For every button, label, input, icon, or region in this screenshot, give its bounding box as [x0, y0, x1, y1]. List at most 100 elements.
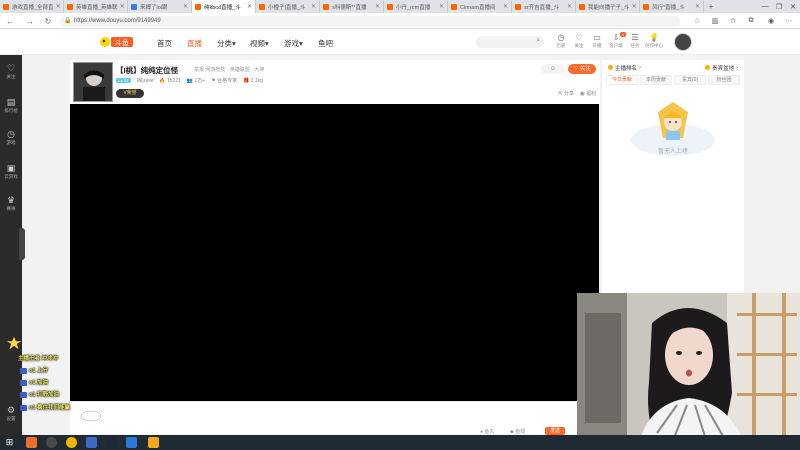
douyu-favicon-icon	[451, 3, 457, 10]
reload-icon[interactable]: ↻	[42, 15, 54, 27]
new-tab-button[interactable]: +	[704, 0, 718, 13]
close-tab-icon[interactable]: ✕	[54, 3, 61, 10]
header-history[interactable]: ◷ 历史	[552, 33, 570, 49]
streamer-avatar[interactable]	[73, 62, 113, 102]
welfare-button[interactable]: ▣ 福利	[580, 90, 596, 97]
vip-dot-icon	[705, 65, 711, 70]
browser-tab[interactable]: Cinnam直播间 ✕	[448, 0, 512, 13]
vip-badge[interactable]: V荣誉	[116, 89, 144, 98]
star-icon[interactable]: ☆	[692, 16, 702, 26]
search-icon[interactable]: ⌕	[536, 37, 540, 45]
close-tab-icon[interactable]: ✕	[245, 3, 252, 10]
forward-icon[interactable]: →	[24, 15, 36, 27]
browser-tab[interactable]: 来搏了lol跟 ✕	[128, 0, 192, 13]
douyu-logo[interactable]: 斗鱼	[100, 35, 134, 49]
send-danmaku-button[interactable]: 发送	[545, 427, 565, 435]
taskbar-search-icon[interactable]	[46, 437, 57, 448]
close-tab-icon[interactable]: ✕	[565, 3, 572, 10]
sidebar-item-events[interactable]: ♛ 赛事	[0, 195, 22, 212]
minimize-button[interactable]: —	[758, 0, 772, 13]
taskbar-app-icon[interactable]	[126, 437, 137, 448]
douyu-favicon-icon	[579, 3, 585, 10]
tab-fans[interactable]: 粉丝团	[708, 75, 740, 85]
room-category[interactable]: 举报 网游竞技 · 英雄联盟 · 大神	[194, 66, 264, 73]
video-player[interactable]	[70, 104, 599, 401]
close-tab-icon[interactable]: ✕	[437, 3, 444, 10]
header-creator-center[interactable]: 💡 创作中心	[645, 33, 663, 49]
close-tab-icon[interactable]: ✕	[118, 3, 125, 10]
fishball-count[interactable]: ● 鱼丸	[480, 428, 494, 435]
nav-video[interactable]: 视频▾	[250, 38, 269, 49]
fan-club-button[interactable]: ☺	[541, 64, 565, 74]
share-button[interactable]: ⇱ 分享	[558, 90, 574, 97]
follow-button[interactable]: ♡ 关注	[568, 64, 596, 74]
nav-fishbar[interactable]: 鱼吧	[318, 38, 333, 49]
tab-today[interactable]: 今日贡献	[606, 75, 638, 85]
douyu-favicon-icon	[515, 3, 521, 10]
header-follow[interactable]: ♡ 关注	[570, 33, 588, 49]
taskbar-douyu-icon[interactable]	[148, 437, 159, 448]
user-avatar[interactable]	[674, 33, 692, 51]
gift-icon: 🎁	[243, 77, 250, 84]
tab-vip[interactable]: 贵宾(0)	[674, 75, 706, 85]
user-level-icon	[20, 379, 27, 386]
windows-taskbar: ⊞	[0, 435, 800, 450]
url-field[interactable]: 🔒 https://www.douyu.com/9149949	[60, 16, 680, 27]
close-tab-icon[interactable]: ✕	[373, 3, 380, 10]
close-tab-icon[interactable]: ✕	[309, 3, 316, 10]
header-tasks[interactable]: ☰ 任务	[626, 33, 644, 49]
browser-tab[interactable]: 英雄直播_英雄联 ✕	[64, 0, 128, 13]
profile-icon[interactable]: ◉	[766, 16, 776, 26]
windows-start-icon[interactable]: ⊞	[4, 437, 15, 448]
close-tab-icon[interactable]: ✕	[630, 3, 637, 10]
back-icon[interactable]: ←	[4, 15, 16, 27]
taskbar-app-icon[interactable]	[86, 437, 97, 448]
streamer-name[interactable]: I桃zelie	[137, 77, 154, 84]
browser-tab[interactable]: 游戏直播_全部直 ✕	[0, 0, 64, 13]
favorites-icon[interactable]: ✩	[728, 16, 738, 26]
menu-icon[interactable]: ⋯	[784, 16, 794, 26]
browser-tab[interactable]: 风行*直播_斗 ✕	[640, 0, 704, 13]
sidebar-item-games[interactable]: ◷ 游戏	[0, 129, 22, 146]
sidebar-item-follow[interactable]: ♡ 关注	[0, 63, 22, 80]
close-tab-icon[interactable]: ✕	[693, 3, 700, 10]
cloud-game-icon: ▣	[6, 163, 16, 173]
collections-icon[interactable]: ⧉	[746, 16, 756, 26]
sidebar-item-ranking[interactable]: ▤ 排行榜	[0, 97, 22, 114]
window-controls: — ❐ ✕	[758, 0, 800, 13]
taskbar-app-icon[interactable]	[26, 437, 37, 448]
browser-tab[interactable]: 小丹_rcm直播 ✕	[384, 0, 448, 13]
address-bar-row: ← → ↻ 🔒 https://www.douyu.com/9149949 ☆ ▥…	[0, 13, 800, 29]
browser-tab[interactable]: s科德斯**直播 ✕	[320, 0, 384, 13]
sidebar-item-cloud-games[interactable]: ▣ 云游戏	[0, 163, 22, 180]
browser-tab[interactable]: 我能向播子子_斗 ✕	[576, 0, 640, 13]
nav-category[interactable]: 分类▾	[217, 38, 236, 49]
douyu-favicon-icon	[643, 3, 649, 10]
header-start-stream[interactable]: ▭ 开播	[588, 33, 606, 49]
taskbar-steam-icon[interactable]	[106, 437, 117, 448]
tab-week[interactable]: 本周贡献	[640, 75, 672, 85]
browser-tab-active[interactable]: 纯kbcd直播_斗 ✕	[192, 0, 256, 13]
chat-message: o1 加油	[20, 378, 48, 386]
nav-games[interactable]: 游戏▾	[284, 38, 303, 49]
close-tab-icon[interactable]: ✕	[501, 3, 508, 10]
nav-home[interactable]: 首页	[157, 38, 172, 49]
chat-message: o1 稳住我们能赢	[20, 403, 70, 411]
lock-icon: 🔒	[64, 18, 72, 24]
chevron-down-icon: ▾	[299, 39, 303, 48]
sidebar-collapse-handle[interactable]	[19, 228, 25, 260]
split-screen-icon[interactable]: ▥	[710, 16, 720, 26]
site-search-input[interactable]: ⌕	[476, 36, 544, 48]
fishfin-count[interactable]: ◆ 鱼翅	[510, 428, 525, 435]
browser-tab[interactable]: sr齐吉直播_斗 ✕	[512, 0, 576, 13]
taskbar-chrome-icon[interactable]	[66, 437, 77, 448]
close-window-button[interactable]: ✕	[786, 0, 800, 13]
maximize-button[interactable]: ❐	[772, 0, 786, 13]
nav-live[interactable]: 直播	[187, 38, 202, 49]
browser-tab[interactable]: 小橙子|直播_斗 ✕	[256, 0, 320, 13]
gamepad-icon: ◷	[7, 129, 15, 139]
chat-message: o1 上分	[20, 366, 48, 374]
vip-basin-link[interactable]: 贵宾盆地 ›	[705, 63, 738, 72]
streamer-rank-link[interactable]: 主播排名 ›	[608, 63, 641, 72]
close-tab-icon[interactable]: ✕	[181, 3, 188, 10]
